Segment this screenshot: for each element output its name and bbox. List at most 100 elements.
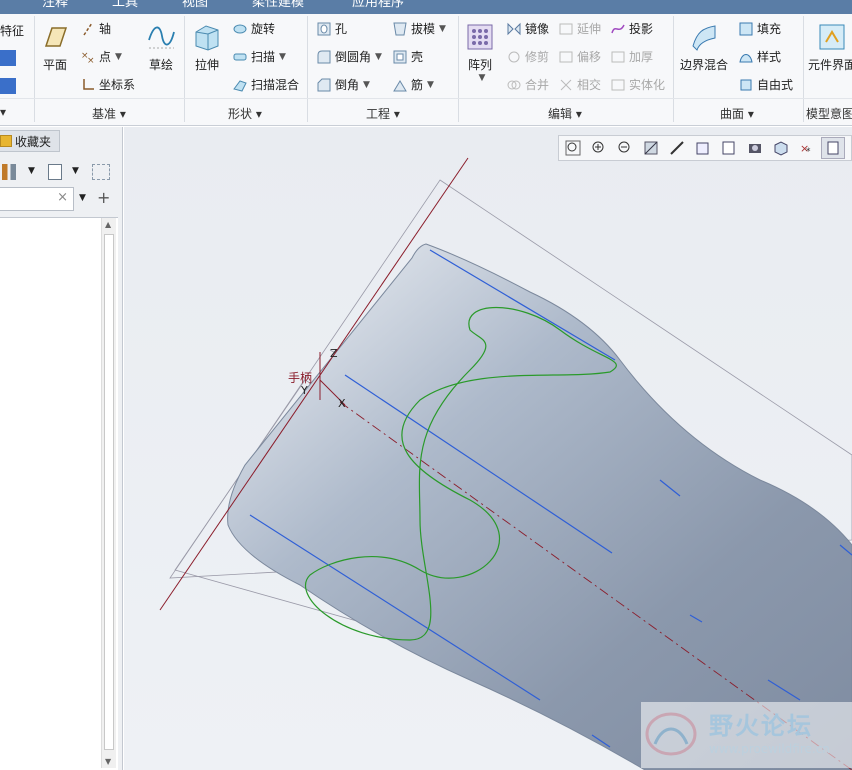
rib-label: 筋 bbox=[411, 78, 424, 92]
merge-icon bbox=[507, 80, 521, 89]
chevron-down-icon[interactable]: ▼ bbox=[479, 73, 486, 83]
chevron-down-icon[interactable]: ▼ bbox=[439, 24, 446, 34]
offset-button[interactable]: 偏移 bbox=[558, 48, 601, 65]
group-engineering-label[interactable]: 工程 ▾ bbox=[366, 105, 400, 122]
intersect-button[interactable]: 相交 bbox=[558, 76, 601, 93]
revolve-icon bbox=[233, 24, 247, 33]
copy-button[interactable] bbox=[0, 78, 19, 94]
fill-button[interactable]: 填充 bbox=[738, 20, 781, 37]
show-icon[interactable] bbox=[48, 164, 62, 180]
tab-view[interactable]: 视图 bbox=[182, 0, 208, 12]
mirror-button[interactable]: 镜像 bbox=[506, 20, 549, 37]
hole-button[interactable]: 孔 bbox=[316, 20, 347, 37]
perspective-icon[interactable] bbox=[743, 137, 767, 159]
view-toolbar: × * bbox=[558, 135, 852, 161]
offset-label: 偏移 bbox=[577, 50, 602, 64]
chevron-down-icon[interactable]: ▼ bbox=[363, 80, 370, 90]
zoom-out-icon[interactable] bbox=[613, 137, 637, 159]
group-col1-caret[interactable]: ▾ bbox=[0, 105, 6, 119]
tab-tools[interactable]: 工具 bbox=[112, 0, 138, 12]
shell-button[interactable]: 壳 bbox=[392, 48, 423, 65]
swept-blend-button[interactable]: 扫描混合 bbox=[232, 76, 299, 93]
freestyle-button[interactable]: 自由式 bbox=[738, 76, 793, 93]
fill-icon bbox=[739, 22, 753, 35]
plane-button[interactable]: 平面 bbox=[40, 22, 70, 73]
swept-blend-icon bbox=[233, 79, 247, 92]
group-model-intent-label[interactable]: 模型意图 bbox=[806, 105, 852, 122]
draft-label: 拔模 bbox=[411, 22, 436, 36]
tab-annotate[interactable]: 注释 bbox=[42, 0, 68, 12]
offset-icon bbox=[559, 51, 573, 62]
sweep-button[interactable]: 扫描 ▼ bbox=[232, 48, 286, 65]
datum-label-text: 基准 bbox=[92, 107, 117, 121]
datum-filter-icon[interactable]: × * bbox=[795, 137, 819, 159]
chevron-down-icon[interactable]: ▼ bbox=[115, 52, 122, 62]
saved-views-icon[interactable] bbox=[691, 137, 715, 159]
filter-icon[interactable] bbox=[92, 164, 110, 180]
repaint-icon[interactable] bbox=[639, 137, 663, 159]
round-button[interactable]: 倒圆角 ▼ bbox=[316, 48, 382, 65]
chevron-down-icon[interactable]: ▼ bbox=[427, 80, 434, 90]
sketch-button[interactable]: 草绘 bbox=[146, 22, 176, 73]
ribbon: 特征 平面 轴 × × 点 ▼ 坐标系 草绘 拉伸 旋转 扫描 ▼ 扫描混合 孔 倒圆角… bbox=[0, 14, 852, 126]
add-icon[interactable]: + bbox=[97, 188, 110, 207]
extend-button[interactable]: 延伸 bbox=[558, 20, 601, 37]
tab-favorites[interactable]: 收藏夹 bbox=[0, 130, 60, 152]
refit-icon[interactable] bbox=[561, 137, 585, 159]
component-interface-button[interactable]: 元件界面 bbox=[808, 22, 852, 73]
axis-button[interactable]: 轴 bbox=[80, 20, 111, 37]
vertical-scrollbar[interactable]: ▲ ▼ bbox=[101, 218, 116, 768]
chevron-down-icon[interactable]: ▼ bbox=[279, 52, 286, 62]
point-button[interactable]: × × 点 ▼ bbox=[80, 48, 122, 65]
chamfer-button[interactable]: 倒角 ▼ bbox=[316, 76, 370, 93]
group-datum-label[interactable]: 基准 ▾ bbox=[92, 105, 126, 122]
style-icon bbox=[739, 53, 753, 62]
extrude-button[interactable]: 拉伸 bbox=[192, 22, 222, 73]
copy-icon bbox=[0, 78, 16, 94]
zoom-in-icon[interactable] bbox=[587, 137, 611, 159]
clear-search-icon[interactable]: × bbox=[57, 190, 68, 205]
group-editing-label[interactable]: 编辑 ▾ bbox=[548, 105, 582, 122]
boundary-blend-button[interactable]: 边界混合 bbox=[680, 22, 728, 73]
chevron-down-icon[interactable]: ▼ bbox=[79, 193, 86, 203]
cut-icon bbox=[0, 50, 16, 66]
pattern-button[interactable]: 阵列 ▼ bbox=[465, 22, 495, 83]
tab-applications[interactable]: 应用程序 bbox=[352, 0, 404, 12]
ribbon-group-labels: ▾ 基准 ▾ 形状 ▾ 工程 ▾ 编辑 ▾ 曲面 ▾ 模型意图 bbox=[0, 98, 852, 124]
creo-window: { "ribbon_tabs": ["注释", "工具", "视图", "柔性建… bbox=[0, 0, 852, 770]
tab-flexible-modeling[interactable]: 柔性建模 bbox=[252, 0, 304, 12]
datum-display-icon[interactable] bbox=[769, 137, 793, 159]
pattern-label: 阵列 bbox=[467, 58, 492, 72]
chevron-down-icon[interactable]: ▼ bbox=[28, 166, 35, 176]
trim-button[interactable]: 修剪 bbox=[506, 48, 549, 65]
chevron-down-icon[interactable]: ▼ bbox=[72, 166, 79, 176]
revolve-button[interactable]: 旋转 bbox=[232, 20, 275, 37]
search-input[interactable]: × bbox=[0, 187, 74, 211]
style-label: 样式 bbox=[757, 50, 782, 64]
shapes-label-text: 形状 bbox=[228, 107, 253, 121]
draft-button[interactable]: 拔模 ▼ bbox=[392, 20, 446, 37]
mirror-icon bbox=[507, 22, 521, 35]
rib-button[interactable]: 筋 ▼ bbox=[392, 76, 434, 93]
graphics-viewport[interactable]: 手柄 Z Y X × * bbox=[124, 127, 852, 770]
tree-toolbar: ▼ ▼ bbox=[0, 161, 123, 183]
group-shapes-label[interactable]: 形状 ▾ bbox=[228, 105, 262, 122]
cut-button[interactable] bbox=[0, 50, 19, 66]
view-manager-icon[interactable] bbox=[717, 137, 741, 159]
thicken-button[interactable]: 加厚 bbox=[610, 48, 653, 65]
sketch-label: 草绘 bbox=[148, 58, 173, 72]
scroll-up-icon[interactable]: ▲ bbox=[105, 220, 111, 229]
csys-button[interactable]: 坐标系 bbox=[80, 76, 135, 93]
feature-button[interactable]: 特征 bbox=[0, 22, 24, 39]
group-surfaces-label[interactable]: 曲面 ▾ bbox=[720, 105, 754, 122]
solidify-button[interactable]: 实体化 bbox=[610, 76, 665, 93]
annotation-display-icon[interactable] bbox=[821, 137, 845, 159]
chevron-down-icon[interactable]: ▼ bbox=[375, 52, 382, 62]
merge-button[interactable]: 合并 bbox=[506, 76, 549, 93]
display-style-icon[interactable] bbox=[665, 137, 689, 159]
tools-icon[interactable] bbox=[2, 164, 16, 180]
scroll-thumb[interactable] bbox=[104, 234, 114, 750]
project-button[interactable]: 投影 bbox=[610, 20, 653, 37]
scroll-down-icon[interactable]: ▼ bbox=[105, 757, 111, 766]
style-button[interactable]: 样式 bbox=[738, 48, 781, 65]
